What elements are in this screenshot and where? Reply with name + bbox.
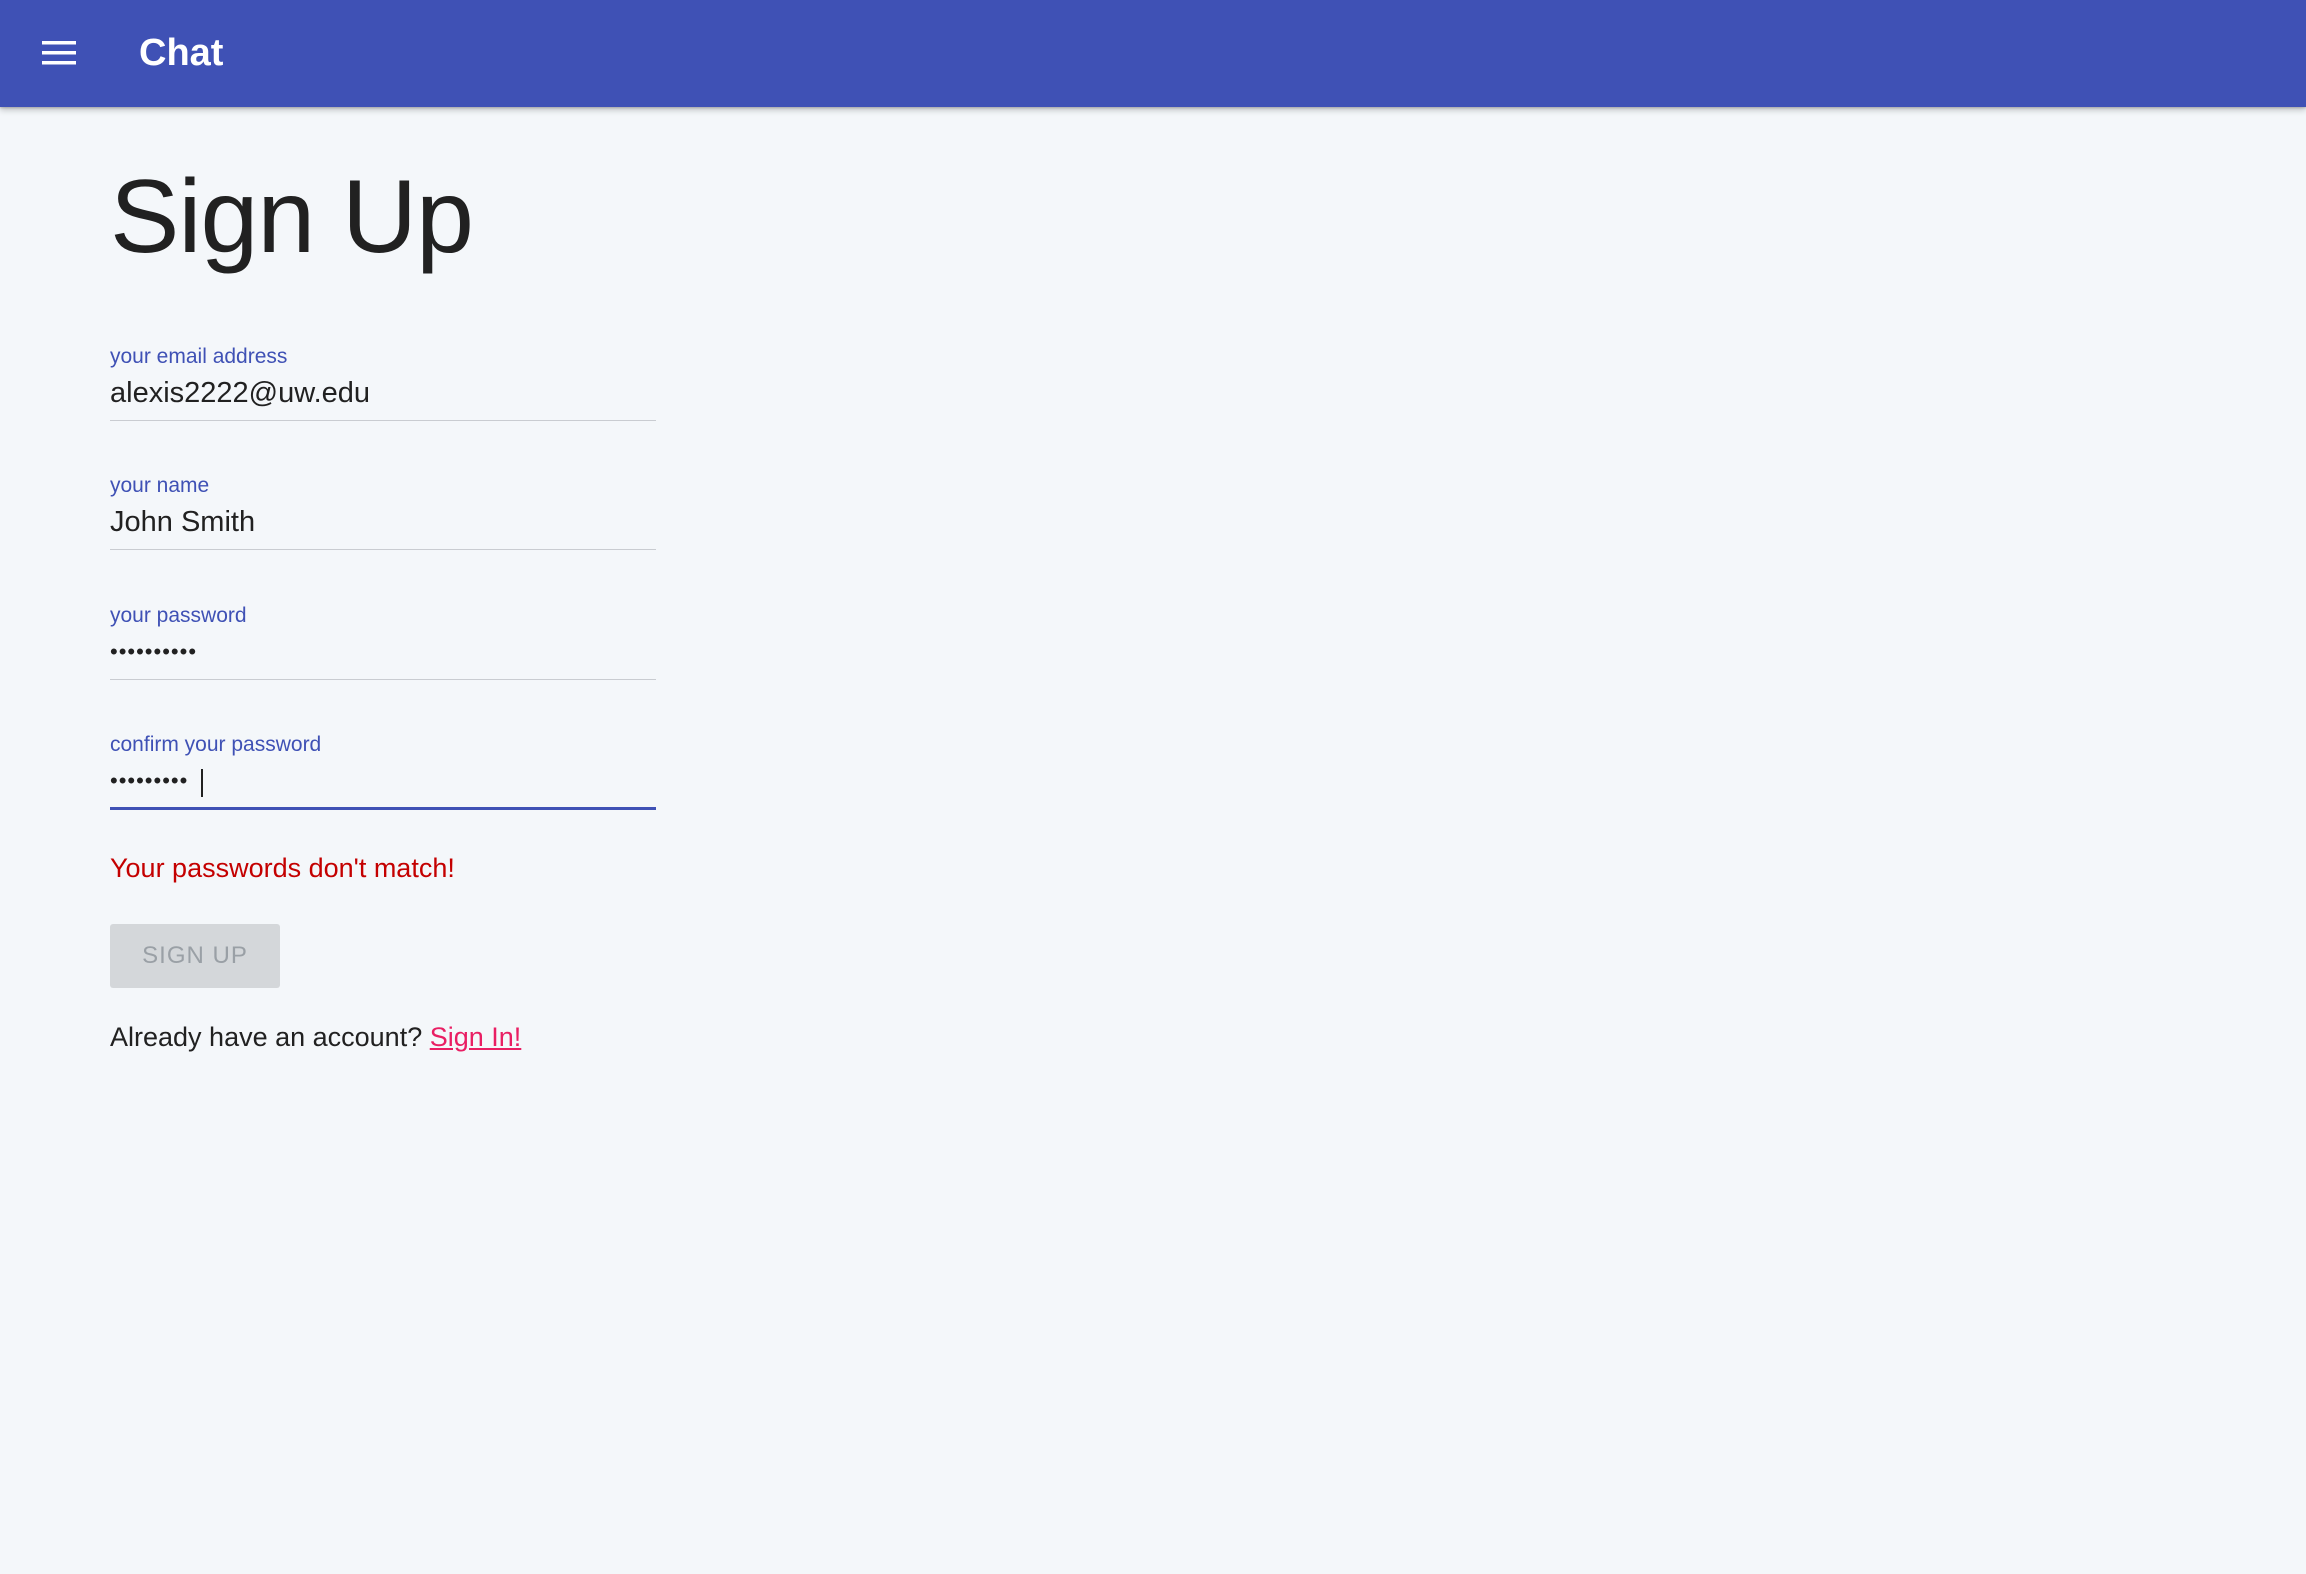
password-underline xyxy=(110,679,656,680)
text-caret xyxy=(201,769,203,797)
name-input[interactable] xyxy=(110,501,656,543)
password-field: your password xyxy=(110,603,656,681)
email-field: your email address xyxy=(110,344,656,422)
sign-up-button[interactable]: SIGN UP xyxy=(110,924,280,988)
name-label: your name xyxy=(110,474,210,497)
password-label: your password xyxy=(110,604,247,627)
password-mismatch-error: Your passwords don't match! xyxy=(110,853,455,883)
menu-button[interactable] xyxy=(30,24,88,82)
name-underline xyxy=(110,549,656,550)
confirm-password-field: confirm your password xyxy=(110,732,656,810)
confirm-password-label: confirm your password xyxy=(110,733,322,756)
page-title: Sign Up xyxy=(110,159,474,275)
name-field: your name xyxy=(110,473,656,551)
app-bar: Chat xyxy=(0,0,2306,107)
confirm-password-underline xyxy=(110,807,656,810)
confirm-password-input[interactable] xyxy=(110,760,656,802)
password-input[interactable] xyxy=(110,631,656,673)
hamburger-menu-icon xyxy=(42,41,76,65)
email-input[interactable] xyxy=(110,372,656,414)
sign-in-prompt-text: Already have an account? xyxy=(110,1022,423,1052)
app-title: Chat xyxy=(139,32,224,74)
sign-in-link[interactable]: Sign In! xyxy=(430,1022,522,1052)
email-underline xyxy=(110,420,656,421)
sign-in-prompt: Already have an account? Sign In! xyxy=(110,1020,521,1054)
email-label: your email address xyxy=(110,345,288,368)
